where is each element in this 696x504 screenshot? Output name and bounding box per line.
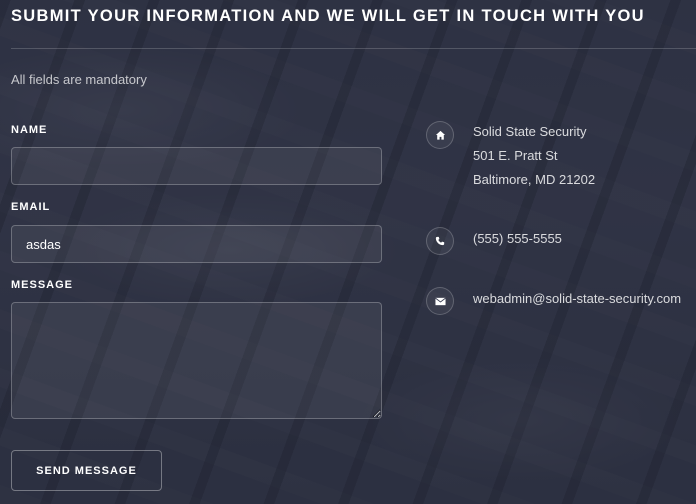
message-label: MESSAGE	[11, 279, 74, 291]
contact-section: SUBMIT YOUR INFORMATION AND WE WILL GET …	[0, 0, 696, 504]
email-field[interactable]	[11, 225, 382, 263]
email-address-link[interactable]: webadmin@solid-state-security.com	[473, 287, 681, 311]
home-icon	[426, 121, 454, 149]
envelope-icon	[426, 287, 454, 315]
email-label: EMAIL	[11, 201, 51, 213]
mandatory-note: All fields are mandatory	[11, 72, 147, 87]
title-divider	[11, 48, 696, 49]
name-label: NAME	[11, 124, 48, 136]
phone-number: (555) 555-5555	[473, 231, 562, 246]
address-line: Solid State Security	[473, 124, 587, 139]
address-block: Solid State Security 501 E. Pratt St Bal…	[473, 120, 595, 192]
address-line: Baltimore, MD 21202	[473, 172, 596, 187]
page-title: SUBMIT YOUR INFORMATION AND WE WILL GET …	[11, 7, 645, 25]
phone-icon	[426, 227, 454, 255]
name-field[interactable]	[11, 147, 382, 185]
address-line: 501 E. Pratt St	[473, 148, 558, 163]
message-field[interactable]	[11, 302, 382, 419]
send-message-button[interactable]: SEND MESSAGE	[11, 450, 162, 491]
